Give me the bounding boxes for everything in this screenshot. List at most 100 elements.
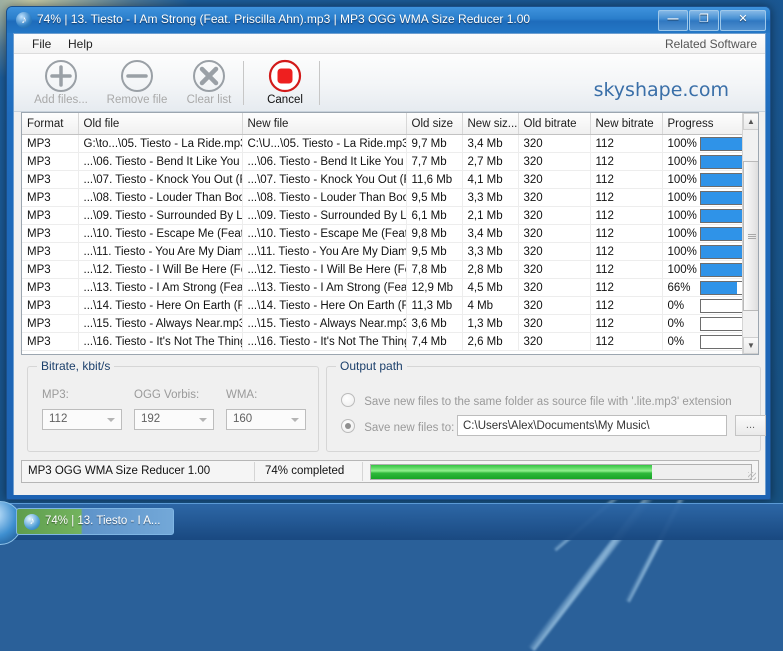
scrollbar-thumb[interactable] bbox=[743, 161, 759, 311]
cell-new-bitrate: 112 bbox=[590, 207, 662, 225]
chevron-down-icon bbox=[107, 418, 115, 422]
cell-format: MP3 bbox=[22, 243, 78, 261]
progress-percent-label: 100% bbox=[668, 246, 700, 258]
column-header-new-size[interactable]: New siz... bbox=[462, 113, 518, 135]
cell-new-size: 2,8 Mb bbox=[462, 261, 518, 279]
column-header-new-file[interactable]: New file bbox=[242, 113, 406, 135]
close-circle-icon bbox=[192, 59, 226, 93]
wma-bitrate-value: 160 bbox=[233, 413, 252, 425]
plus-circle-icon bbox=[44, 59, 78, 93]
cell-format: MP3 bbox=[22, 279, 78, 297]
maximize-button[interactable]: ❐ bbox=[689, 10, 719, 31]
cell-new-size: 1,3 Mb bbox=[462, 315, 518, 333]
status-bar: MP3 OGG WMA Size Reducer 1.00 74% comple… bbox=[21, 460, 759, 483]
clear-list-button[interactable]: Clear list bbox=[172, 57, 246, 106]
cell-old-bitrate: 320 bbox=[518, 189, 590, 207]
progress-percent-label: 100% bbox=[668, 264, 700, 276]
table-row[interactable]: MP3...\15. Tiesto - Always Near.mp3...\1… bbox=[22, 315, 759, 333]
cell-new-size: 3,3 Mb bbox=[462, 189, 518, 207]
cell-old-file: ...\10. Tiesto - Escape Me (Feat. bbox=[78, 225, 242, 243]
column-header-old-size[interactable]: Old size bbox=[406, 113, 462, 135]
progress-percent-label: 100% bbox=[668, 192, 700, 204]
cell-format: MP3 bbox=[22, 135, 78, 153]
status-completed-text: 74% completed bbox=[265, 465, 344, 477]
column-header-format[interactable]: Format bbox=[22, 113, 78, 135]
taskbar-button-app[interactable]: ♪ 74% | 13. Tiesto - I A... bbox=[16, 508, 174, 535]
scroll-down-icon[interactable]: ▼ bbox=[743, 337, 759, 354]
menu-item-help[interactable]: Help bbox=[62, 37, 99, 51]
mp3-bitrate-select[interactable]: 112 bbox=[42, 409, 122, 430]
title-bar[interactable]: ♪ 74% | 13. Tiesto - I Am Strong (Feat. … bbox=[7, 7, 770, 33]
chevron-down-icon bbox=[291, 418, 299, 422]
scrollbar-grip-icon bbox=[748, 234, 756, 239]
progress-percent-label: 0% bbox=[668, 336, 700, 348]
cell-new-file: ...\08. Tiesto - Louder Than Boon bbox=[242, 189, 406, 207]
progress-percent-label: 0% bbox=[668, 318, 700, 330]
radio-same-folder-row[interactable]: Save new files to the same folder as sou… bbox=[341, 393, 732, 408]
cell-old-bitrate: 320 bbox=[518, 243, 590, 261]
cell-new-bitrate: 112 bbox=[590, 333, 662, 351]
add-files-label: Add files... bbox=[24, 94, 98, 106]
file-list: Format Old file New file Old size New si… bbox=[21, 112, 759, 355]
cell-new-file: ...\06. Tiesto - Bend It Like You D bbox=[242, 153, 406, 171]
table-row[interactable]: MP3...\11. Tiesto - You Are My Diamo...\… bbox=[22, 243, 759, 261]
radio-custom-folder-icon[interactable] bbox=[341, 419, 355, 433]
list-vertical-scrollbar[interactable]: ▲ ▼ bbox=[742, 113, 758, 354]
output-path-input[interactable] bbox=[457, 415, 727, 436]
music-note-icon: ♪ bbox=[24, 514, 40, 530]
scroll-up-icon[interactable]: ▲ bbox=[743, 113, 759, 130]
progress-percent-label: 100% bbox=[668, 156, 700, 168]
table-row[interactable]: MP3...\09. Tiesto - Surrounded By Lig...… bbox=[22, 207, 759, 225]
resize-grip-icon[interactable] bbox=[748, 472, 756, 480]
minimize-icon: — bbox=[668, 11, 679, 28]
cell-old-file: ...\09. Tiesto - Surrounded By Lig bbox=[78, 207, 242, 225]
cell-new-bitrate: 112 bbox=[590, 153, 662, 171]
table-row[interactable]: MP3...\13. Tiesto - I Am Strong (Feat...… bbox=[22, 279, 759, 297]
cell-old-size: 12,9 Mb bbox=[406, 279, 462, 297]
cancel-button[interactable]: Cancel bbox=[248, 57, 322, 106]
cell-old-bitrate: 320 bbox=[518, 207, 590, 225]
table-row[interactable]: MP3...\06. Tiesto - Bend It Like You D..… bbox=[22, 153, 759, 171]
chevron-down-icon bbox=[199, 418, 207, 422]
cell-new-file: ...\12. Tiesto - I Will Be Here (Fea bbox=[242, 261, 406, 279]
column-header-old-file[interactable]: Old file bbox=[78, 113, 242, 135]
progress-percent-label: 100% bbox=[668, 228, 700, 240]
minimize-button[interactable]: — bbox=[658, 10, 688, 31]
cell-new-bitrate: 112 bbox=[590, 261, 662, 279]
add-files-button[interactable]: Add files... bbox=[24, 57, 98, 106]
cell-old-size: 7,7 Mb bbox=[406, 153, 462, 171]
table-row[interactable]: MP3...\10. Tiesto - Escape Me (Feat....\… bbox=[22, 225, 759, 243]
ogg-bitrate-select[interactable]: 192 bbox=[134, 409, 214, 430]
cell-old-file: ...\06. Tiesto - Bend It Like You D bbox=[78, 153, 242, 171]
application-window: ♪ 74% | 13. Tiesto - I Am Strong (Feat. … bbox=[6, 6, 771, 500]
table-row[interactable]: MP3...\07. Tiesto - Knock You Out (Fe...… bbox=[22, 171, 759, 189]
cell-old-size: 11,3 Mb bbox=[406, 297, 462, 315]
table-row[interactable]: MP3...\12. Tiesto - I Will Be Here (Fea.… bbox=[22, 261, 759, 279]
table-row[interactable]: MP3...\14. Tiesto - Here On Earth (Fe...… bbox=[22, 297, 759, 315]
browse-button[interactable]: ... bbox=[735, 415, 766, 436]
table-row[interactable]: MP3...\08. Tiesto - Louder Than Boon...\… bbox=[22, 189, 759, 207]
cell-new-file: ...\16. Tiesto - It's Not The Thing bbox=[242, 333, 406, 351]
client-area: File Help Related Software Add files... bbox=[13, 33, 766, 495]
cell-old-size: 7,8 Mb bbox=[406, 261, 462, 279]
radio-custom-folder-row[interactable]: Save new files to: bbox=[341, 419, 454, 434]
progress-percent-label: 66% bbox=[668, 282, 700, 294]
progress-percent-label: 100% bbox=[668, 138, 700, 150]
column-header-old-bitrate[interactable]: Old bitrate bbox=[518, 113, 590, 135]
radio-same-folder-icon[interactable] bbox=[341, 393, 355, 407]
close-button[interactable]: ✕ bbox=[720, 10, 766, 31]
wma-bitrate-select[interactable]: 160 bbox=[226, 409, 306, 430]
cell-new-bitrate: 112 bbox=[590, 189, 662, 207]
cell-new-size: 2,1 Mb bbox=[462, 207, 518, 225]
cell-old-size: 9,5 Mb bbox=[406, 189, 462, 207]
related-software-link[interactable]: Related Software bbox=[665, 37, 757, 51]
table-row[interactable]: MP3G:\to...\05. Tiesto - La Ride.mp3C:\U… bbox=[22, 135, 759, 153]
cell-old-file: ...\08. Tiesto - Louder Than Boon bbox=[78, 189, 242, 207]
column-header-new-bitrate[interactable]: New bitrate bbox=[590, 113, 662, 135]
menu-item-file[interactable]: File bbox=[26, 37, 57, 51]
cell-format: MP3 bbox=[22, 333, 78, 351]
table-row[interactable]: MP3...\16. Tiesto - It's Not The Thing..… bbox=[22, 333, 759, 351]
cell-new-size: 3,4 Mb bbox=[462, 225, 518, 243]
remove-file-button[interactable]: Remove file bbox=[100, 57, 174, 106]
file-table-body: MP3G:\to...\05. Tiesto - La Ride.mp3C:\U… bbox=[22, 135, 759, 351]
